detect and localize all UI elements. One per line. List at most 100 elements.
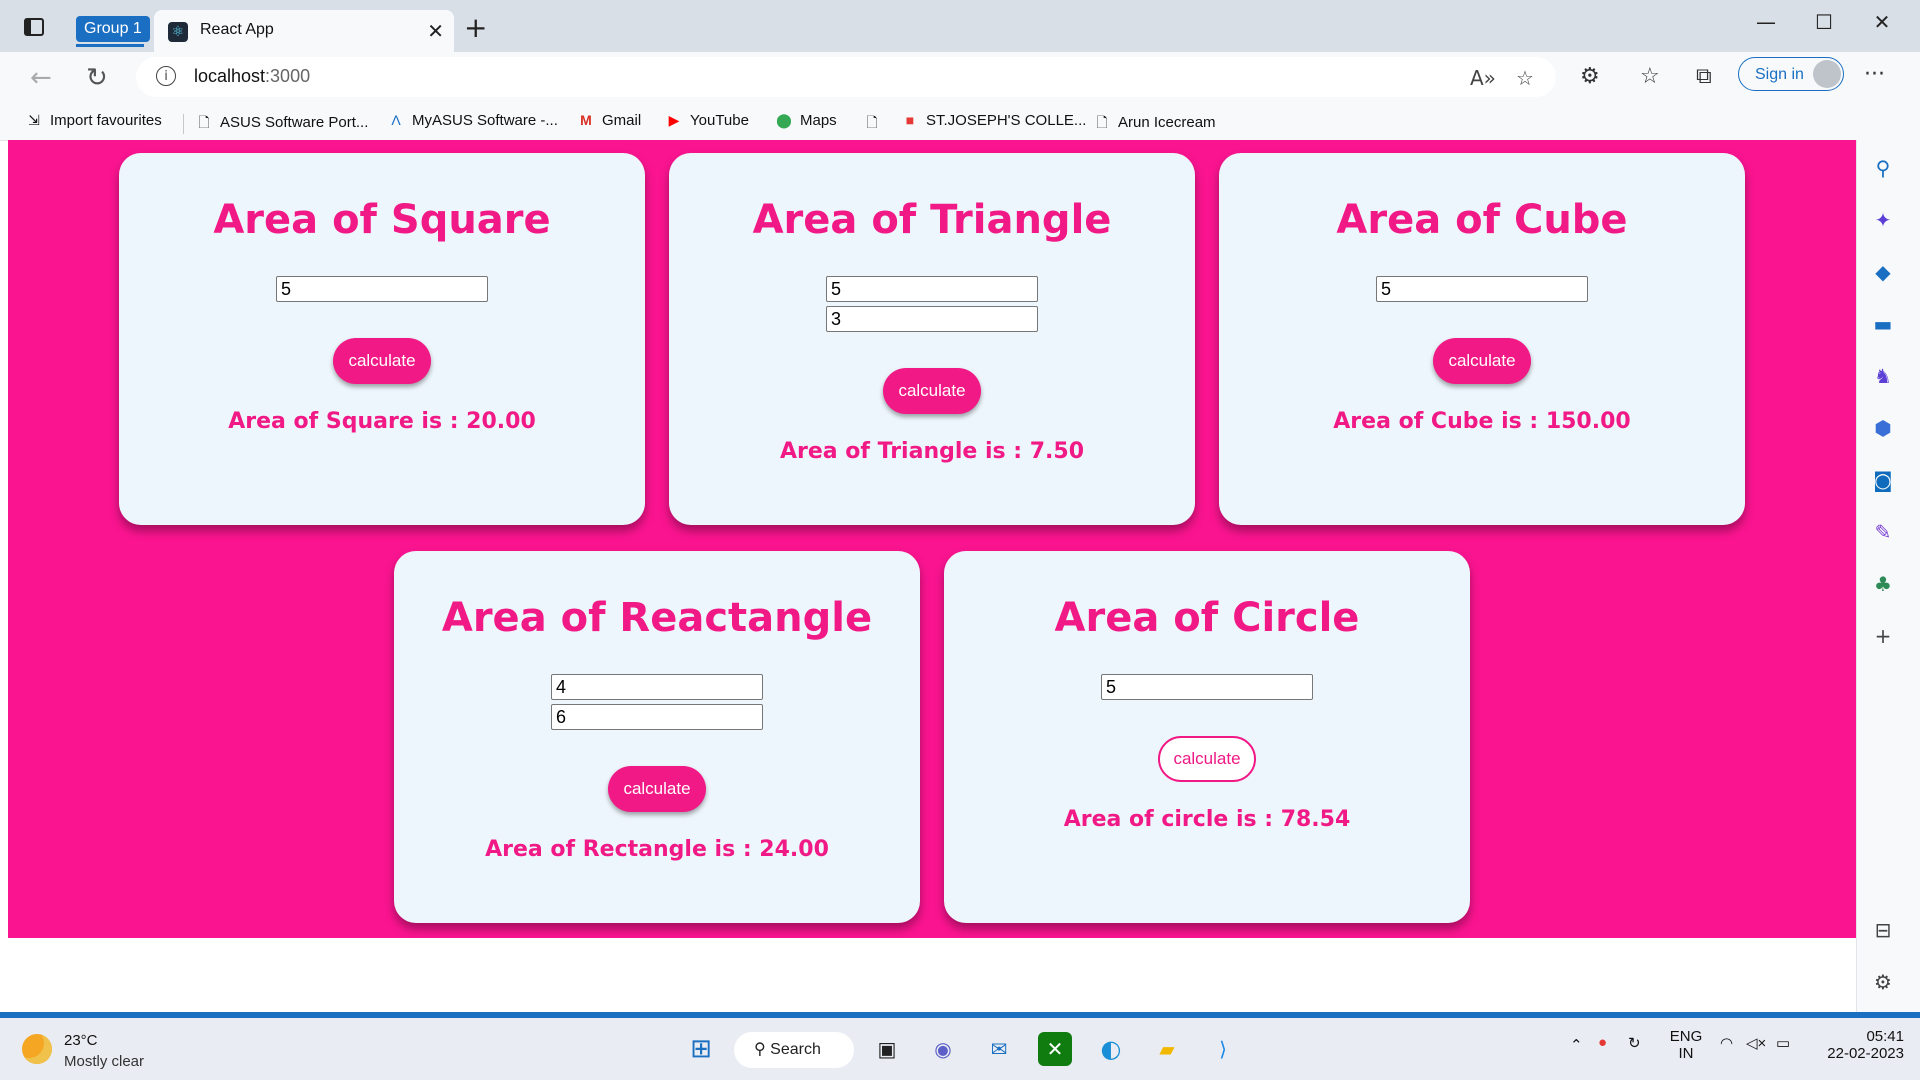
fav-maps[interactable]: ⬤ Maps	[776, 112, 837, 129]
rectangle-width-input[interactable]	[551, 704, 763, 730]
add-icon[interactable]: +	[1871, 624, 1895, 648]
games-icon[interactable]: ♞	[1871, 364, 1895, 388]
collections-icon[interactable]: ⧉	[1696, 64, 1712, 89]
close-tab-icon[interactable]: ✕	[427, 19, 444, 43]
task-view-icon[interactable]: ▣	[870, 1032, 904, 1066]
vscode-icon[interactable]: ⟩	[1206, 1032, 1240, 1066]
triangle-calculate-button[interactable]: calculate	[883, 368, 981, 414]
myasus-icon: Λ	[391, 112, 401, 128]
battery-icon[interactable]: ▭	[1776, 1034, 1790, 1052]
tree-icon[interactable]: ♣	[1871, 572, 1895, 596]
tray-app-icon[interactable]: ●	[1598, 1034, 1607, 1051]
maps-icon: ⬤	[776, 112, 792, 128]
new-tab-icon[interactable]: +	[464, 14, 487, 42]
fav-st-josephs[interactable]: ■ ST.JOSEPH'S COLLE...	[902, 112, 1087, 129]
tab-title: React App	[200, 21, 274, 38]
square-calculate-button[interactable]: calculate	[333, 338, 431, 384]
fav-youtube[interactable]: ▶ YouTube	[666, 112, 749, 129]
page-viewport: Area of Square calculate Area of Square …	[8, 140, 1856, 1012]
avatar	[1813, 60, 1841, 88]
back-icon[interactable]: ←	[30, 63, 52, 93]
read-aloud-icon[interactable]: A»	[1470, 66, 1496, 90]
weather-description: Mostly clear	[64, 1053, 145, 1070]
tab-group-chip[interactable]: Group 1	[76, 16, 150, 42]
settings-icon[interactable]: ⚙	[1871, 970, 1895, 994]
tab-group-indicator	[76, 44, 144, 47]
hide-sidebar-icon[interactable]: ⊟	[1871, 918, 1895, 942]
url-text: localhost:3000	[194, 66, 311, 86]
gmail-icon: M	[580, 112, 592, 128]
edge-sidebar: ⚲ ✦ ◆ ▬ ♞ ⬢ ◙ ✎ ♣ + ⊟ ⚙	[1856, 140, 1909, 1012]
square-side-input[interactable]	[276, 276, 488, 302]
xbox-icon[interactable]: ✕	[1038, 1032, 1072, 1066]
favourites-icon[interactable]: ☆	[1640, 64, 1660, 89]
language-indicator[interactable]: ENG IN	[1666, 1028, 1706, 1062]
outlook-icon[interactable]: ◙	[1871, 468, 1895, 492]
scrollbar[interactable]	[1908, 140, 1920, 1012]
maximize-icon[interactable]: ☐	[1804, 10, 1844, 34]
microsoft-365-icon[interactable]: ⬢	[1871, 416, 1895, 440]
file-explorer-icon[interactable]: ▰	[1150, 1032, 1184, 1066]
fav-blank-page[interactable]: 🗋	[864, 112, 888, 136]
circle-radius-input[interactable]	[1101, 674, 1313, 700]
triangle-height-input[interactable]	[826, 306, 1038, 332]
clock[interactable]: 05:41 22-02-2023	[1812, 1028, 1904, 1062]
react-icon: ⚛	[168, 22, 188, 42]
url-field[interactable]: i localhost:3000 A» ☆	[136, 57, 1556, 97]
refresh-icon[interactable]: ↻	[86, 63, 108, 93]
cube-card: Area of Cube calculate Area of Cube is :…	[1219, 153, 1745, 525]
volume-muted-icon[interactable]: ◁×	[1746, 1034, 1766, 1052]
language-code: ENG	[1669, 1028, 1703, 1045]
tray-sync-icon[interactable]: ↻	[1628, 1034, 1641, 1052]
circle-result: Area of circle is : 78.54	[1063, 807, 1351, 832]
triangle-title: Area of Triangle	[752, 197, 1112, 243]
favourites-divider	[183, 114, 184, 134]
rectangle-calculate-button[interactable]: calculate	[608, 766, 706, 812]
rectangle-length-input[interactable]	[551, 674, 763, 700]
fav-arun-icecream[interactable]: 🗋 Arun Icecream	[1094, 112, 1215, 136]
shopping-icon[interactable]: ◆	[1871, 260, 1895, 284]
wifi-icon[interactable]: ◠	[1720, 1034, 1733, 1052]
site-info-icon[interactable]: i	[156, 66, 176, 86]
edge-icon[interactable]: ◐	[1094, 1032, 1128, 1066]
sign-in-button[interactable]: Sign in	[1738, 57, 1844, 91]
circle-calculate-button[interactable]: calculate	[1158, 736, 1256, 782]
taskbar-search[interactable]: ⚲ Search	[734, 1032, 854, 1068]
triangle-base-input[interactable]	[826, 276, 1038, 302]
triangle-card: Area of Triangle calculate Area of Trian…	[669, 153, 1195, 525]
minimize-icon[interactable]: —	[1746, 10, 1786, 34]
add-favourite-icon[interactable]: ☆	[1516, 66, 1534, 90]
windows-start-icon[interactable]: ⊞	[684, 1032, 718, 1066]
extensions-icon[interactable]: ⚙	[1580, 64, 1600, 89]
mail-icon[interactable]: ✉	[982, 1032, 1016, 1066]
teams-chat-icon[interactable]: ◉	[926, 1032, 960, 1066]
cube-calculate-button[interactable]: calculate	[1433, 338, 1531, 384]
tray-chevron-icon[interactable]: ⌃	[1570, 1036, 1583, 1054]
cube-side-input[interactable]	[1376, 276, 1588, 302]
weather-temperature: 23°C	[64, 1032, 98, 1049]
college-icon: ■	[905, 112, 915, 128]
taskbar: 23°C Mostly clear ⊞ ⚲ Search ▣ ◉ ✉ ✕ ◐ ▰…	[0, 1018, 1920, 1080]
fav-gmail[interactable]: M Gmail	[578, 112, 641, 129]
tools-icon[interactable]: ▬	[1871, 312, 1895, 336]
more-options-icon[interactable]: ···	[1864, 62, 1885, 87]
close-window-icon[interactable]: ✕	[1862, 10, 1902, 34]
page-icon: 🗋	[866, 114, 878, 130]
fav-myasus[interactable]: Λ MyASUS Software -...	[388, 112, 558, 129]
designer-icon[interactable]: ✎	[1871, 520, 1895, 544]
weather-icon[interactable]	[22, 1034, 52, 1064]
copilot-icon[interactable]: ✦	[1871, 208, 1895, 232]
search-icon[interactable]: ⚲	[1871, 156, 1895, 180]
page-icon: 🗋	[198, 114, 210, 130]
square-card: Area of Square calculate Area of Square …	[119, 153, 645, 525]
tab-bar: Group 1 ⚛ React App ✕ + — ☐ ✕	[0, 0, 1920, 52]
square-title: Area of Square	[213, 197, 551, 243]
circle-card: Area of Circle calculate Area of circle …	[944, 551, 1470, 923]
clock-time: 05:41	[1866, 1028, 1904, 1045]
fav-import-favourites[interactable]: ⇲ Import favourites	[26, 112, 162, 129]
tab-actions-icon[interactable]	[24, 18, 44, 36]
tab-react-app[interactable]: ⚛ React App ✕	[154, 10, 454, 52]
cube-title: Area of Cube	[1336, 197, 1628, 243]
fav-asus-software[interactable]: 🗋 ASUS Software Port...	[196, 112, 368, 136]
app-root: Area of Square calculate Area of Square …	[8, 140, 1856, 938]
